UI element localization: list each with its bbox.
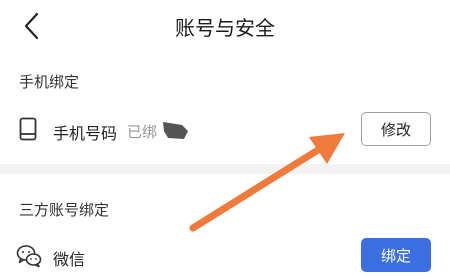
wechat-label: 微信 <box>53 250 86 269</box>
phone-icon <box>18 117 38 141</box>
phone-bound-status: 已绑 <box>127 123 158 141</box>
third-party-section-title: 三方账号绑定 <box>19 201 110 219</box>
modify-phone-button[interactable]: 修改 <box>361 112 431 146</box>
page-title: 账号与安全 <box>175 16 275 40</box>
section-divider <box>0 164 450 174</box>
wechat-icon <box>16 244 42 268</box>
phone-section-title: 手机绑定 <box>19 73 80 91</box>
redaction-mark <box>163 122 188 139</box>
phone-number-label: 手机号码 <box>53 124 118 143</box>
bind-wechat-button[interactable]: 绑定 <box>361 238 431 272</box>
